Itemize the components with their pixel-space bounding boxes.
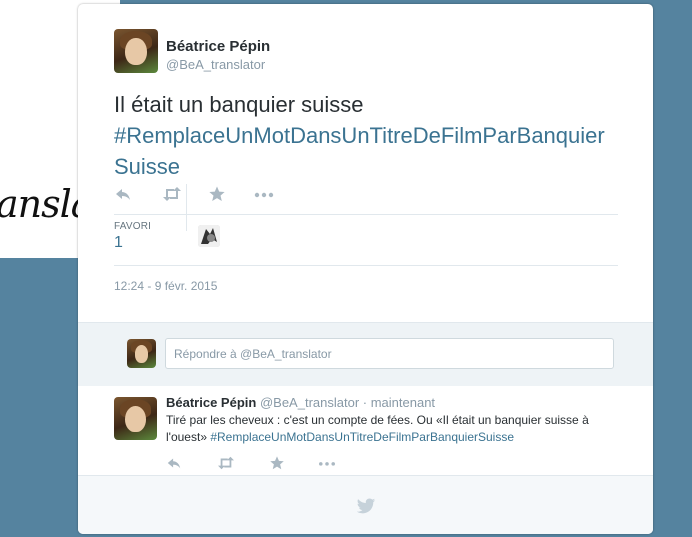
reply-input[interactable]: Répondre à @BeA_translator — [165, 338, 614, 369]
tweet-hashtag-link[interactable]: #RemplaceUnMotDansUnTitreDeFilmParBanqui… — [114, 123, 605, 179]
reply-time[interactable]: maintenant — [371, 395, 435, 410]
reply-icon[interactable] — [114, 185, 136, 207]
reply-author-avatar[interactable] — [114, 397, 157, 440]
reply-separator: · — [359, 395, 371, 410]
favoriter-avatar[interactable] — [198, 225, 220, 247]
twitter-bird-icon — [356, 496, 376, 516]
author-avatar[interactable] — [114, 29, 158, 73]
tweet-text: Il était un banquier suisse #RemplaceUnM… — [114, 89, 619, 182]
reply-hashtag-link[interactable]: #RemplaceUnMotDansUnTitreDeFilmParBanqui… — [210, 430, 514, 444]
tweet-card: Béatrice Pépin @BeA_translator Il était … — [78, 4, 653, 534]
reply-tweet-retweet-icon[interactable] — [217, 455, 235, 473]
tweet-timestamp[interactable]: 12:24 - 9 févr. 2015 — [114, 279, 217, 293]
tweet-text-plain: Il était un banquier suisse — [114, 92, 364, 117]
favorite-icon[interactable] — [208, 185, 230, 207]
current-user-avatar — [127, 339, 156, 368]
stats-divider-bottom — [114, 265, 618, 266]
reply-tweet-favorite-icon[interactable] — [269, 455, 287, 473]
reply-tweet-reply-icon[interactable] — [166, 455, 184, 473]
author-name[interactable]: Béatrice Pépin — [166, 38, 270, 55]
favorites-count[interactable]: 1 — [114, 234, 123, 252]
favorites-label: FAVORI — [114, 221, 152, 232]
reply-tweet[interactable]: Béatrice Pépin @BeA_translator · mainten… — [78, 386, 653, 475]
reply-author-handle[interactable]: @BeA_translator — [260, 395, 359, 410]
reply-author-name[interactable]: Béatrice Pépin — [166, 395, 256, 410]
reply-author-line: Béatrice Pépin @BeA_translator · mainten… — [166, 395, 435, 410]
reply-box: Répondre à @BeA_translator — [78, 322, 653, 387]
stats-vertical-divider — [186, 184, 187, 231]
stats-divider-top — [114, 214, 618, 215]
reply-tweet-more-icon[interactable] — [318, 455, 336, 473]
card-footer — [78, 475, 653, 534]
more-icon[interactable] — [254, 185, 276, 207]
retweet-icon[interactable] — [162, 185, 184, 207]
reply-text: Tiré par les cheveux : c'est un compte d… — [166, 412, 616, 446]
author-handle[interactable]: @BeA_translator — [166, 57, 265, 72]
